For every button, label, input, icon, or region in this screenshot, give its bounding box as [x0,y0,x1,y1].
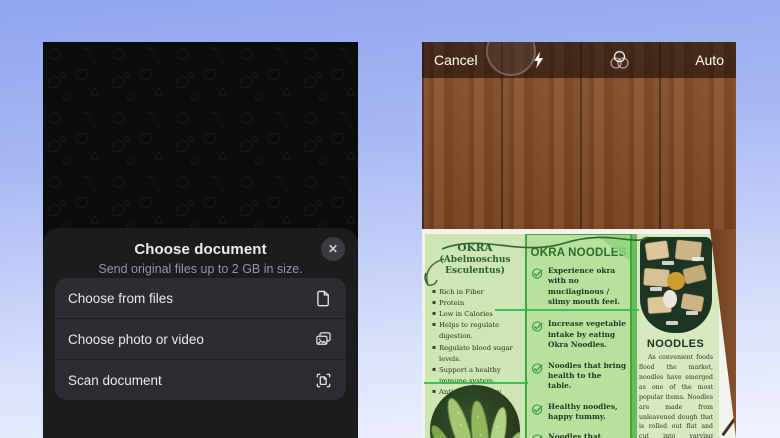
okra-bullet: Protein [432,298,523,309]
scan-edge-line [424,382,528,384]
okra-bullet: Regulate blood sugar levels. [432,343,523,365]
auto-mode-button[interactable]: Auto [695,52,724,68]
document-scanner-screenshot: OKRA (Abelmoschus Esculentus) Rich in Fi… [422,42,736,438]
okra-bullet: Low in Calories [432,309,523,320]
scan-document-icon [314,371,333,390]
option-choose-photo-or-video[interactable]: Choose photo or video [55,318,346,359]
cancel-button[interactable]: Cancel [434,52,478,68]
color-filters-icon[interactable] [608,50,631,76]
benefit-item: Increase vegetable intake by eating Okra… [531,319,626,350]
noodles-photo [640,237,712,333]
document-options-list: Choose from files Choose photo or video [55,278,346,400]
column-edge-accent [632,234,637,438]
flyer-okra-noodles-column: OKRA NOODLES Experience okra with no muc… [525,234,632,438]
benefit-text: Noodles that bring health to the table. [548,361,626,392]
okra-title: OKRA [425,242,525,255]
benefit-text: Noodles that redefine what healthy food … [548,432,626,438]
option-label: Choose from files [68,291,173,306]
flyer-okra-column: OKRA (Abelmoschus Esculentus) Rich in Fi… [425,234,525,438]
benefit-item: Experience okra with no mucilaginous / s… [531,266,626,307]
benefit-text: Increase vegetable intake by eating Okra… [548,319,626,350]
whatsapp-screenshot: Choose document Send original files up t… [43,42,358,438]
sheet-title: Choose document [43,241,358,258]
check-circle-icon [531,320,544,333]
choose-document-sheet: Choose document Send original files up t… [43,228,358,438]
flyer-columns: OKRA (Abelmoschus Esculentus) Rich in Fi… [425,234,719,438]
close-icon: ✕ [328,242,338,256]
file-icon [314,289,333,308]
check-circle-icon [531,267,544,280]
scan-edge-line [495,309,639,311]
flyer-noodles-column: NOODLES As convenient foods flood the ma… [632,234,719,438]
benefit-text: Experience okra with no mucilaginous / s… [548,266,626,307]
okra-subtitle: (Abelmoschus Esculentus) [425,255,525,278]
option-choose-from-files[interactable]: Choose from files [55,278,346,318]
benefit-item: Healthy noodles, happy tummy. [531,402,626,423]
benefit-item: Noodles that redefine what healthy food … [531,432,626,438]
option-label: Choose photo or video [68,332,204,347]
noodles-paragraph: As convenient foods flood the market, no… [639,353,713,438]
photo-video-icon [314,330,333,349]
okra-bullet: Rich in Fiber [432,287,523,298]
option-label: Scan document [68,373,162,388]
okra-bullet: Helps to regulate digestion. [432,320,523,342]
noodles-title: NOODLES [632,338,719,350]
sheet-subtitle: Send original files up to 2 GB in size. [43,262,358,276]
check-circle-icon [531,403,544,416]
check-circle-icon [531,362,544,375]
scanned-flyer-paper: OKRA (Abelmoschus Esculentus) Rich in Fi… [422,229,736,438]
check-circle-icon [531,433,544,438]
benefit-item: Noodles that bring health to the table. [531,361,626,392]
close-button[interactable]: ✕ [321,237,345,261]
camera-toolbar: Cancel Auto [422,42,736,78]
option-scan-document[interactable]: Scan document [55,359,346,400]
benefit-text: Healthy noodles, happy tummy. [548,402,626,423]
